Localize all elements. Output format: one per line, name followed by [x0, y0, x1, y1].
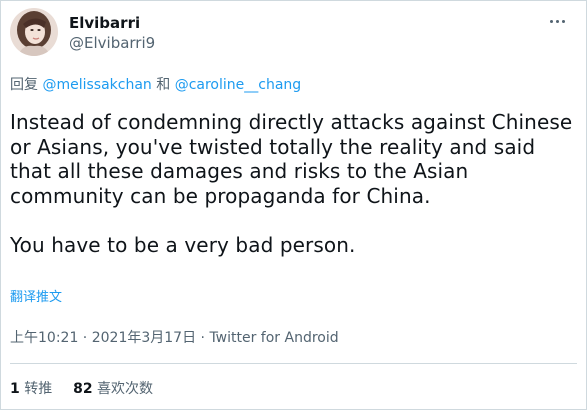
- ellipsis-icon: [556, 20, 559, 23]
- meta-separator: ·: [78, 330, 92, 346]
- tweet-source-link[interactable]: Twitter for Android: [209, 330, 338, 346]
- tweet-time[interactable]: 上午10:21: [10, 330, 78, 346]
- author-display-name[interactable]: Elvibarri: [69, 14, 140, 32]
- divider: [10, 363, 577, 364]
- user-avatar-photo-icon: [10, 8, 58, 56]
- ellipsis-icon: [550, 20, 553, 23]
- tweet-stats: 1 转推 82 喜欢次数: [10, 381, 153, 398]
- author-handle[interactable]: @Elvibarri9: [69, 34, 155, 52]
- likes-stat[interactable]: 82 喜欢次数: [73, 381, 153, 397]
- replying-to: 回复 @melissakchan 和 @caroline__chang: [10, 77, 301, 94]
- tweet-date[interactable]: 2021年3月17日: [92, 330, 196, 346]
- translate-tweet-link[interactable]: 翻译推文: [10, 290, 62, 306]
- ellipsis-icon: [562, 20, 565, 23]
- likes-label: 喜欢次数: [97, 381, 154, 397]
- retweets-count: 1: [10, 381, 20, 397]
- tweet-metadata: 上午10:21 · 2021年3月17日 · Twitter for Andro…: [10, 330, 339, 347]
- retweets-stat[interactable]: 1 转推: [10, 381, 52, 397]
- likes-count: 82: [73, 381, 93, 397]
- replying-to-prefix: 回复: [10, 77, 38, 93]
- meta-separator: ·: [196, 330, 210, 346]
- avatar[interactable]: [10, 8, 58, 56]
- mention-link[interactable]: @caroline__chang: [175, 77, 301, 93]
- retweets-label: 转推: [24, 381, 53, 397]
- replying-to-joiner: 和: [156, 77, 171, 93]
- mention-link[interactable]: @melissakchan: [42, 77, 151, 93]
- tweet-text: Instead of condemning directly attacks a…: [10, 110, 573, 257]
- more-options-button[interactable]: [544, 12, 570, 30]
